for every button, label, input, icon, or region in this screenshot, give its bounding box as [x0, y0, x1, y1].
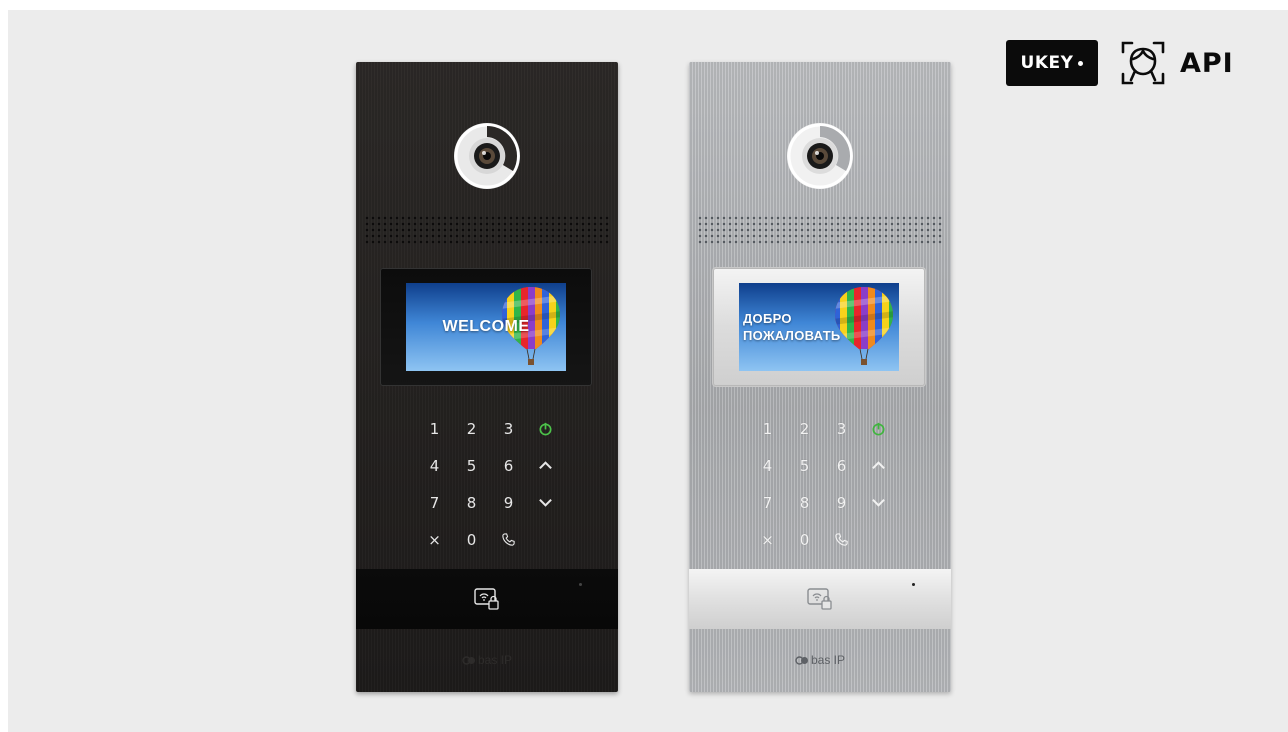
power-icon: [872, 422, 885, 436]
basip-logo-icon: [795, 655, 808, 665]
card-reader-bar: [689, 569, 951, 629]
brand-logo: bas IP: [356, 653, 618, 667]
welcome-line: WELCOME: [442, 318, 530, 335]
key-9[interactable]: 9: [490, 484, 527, 521]
brand-logo-text: bas IP: [477, 653, 513, 667]
welcome-text: WELCOME: [406, 283, 566, 371]
display-screen: ДОБРО ПОЖАЛОВАТЬ: [739, 283, 899, 371]
intercom-panel-silver: ДОБРО ПОЖАЛОВАТЬ 1 2 3 4 5 6 7 8 9 × 0 b…: [689, 62, 951, 692]
keypad: 1 2 3 4 5 6 7 8 9 × 0: [749, 410, 895, 558]
card-reader-bar: [356, 569, 618, 629]
key-up[interactable]: [860, 447, 897, 484]
key-4[interactable]: 4: [416, 447, 453, 484]
welcome-text: ДОБРО ПОЖАЛОВАТЬ: [739, 283, 899, 371]
key-5[interactable]: 5: [453, 447, 490, 484]
key-5[interactable]: 5: [786, 447, 823, 484]
background: [8, 10, 1288, 732]
key-0[interactable]: 0: [453, 521, 490, 558]
down-arrow-icon: [539, 498, 552, 507]
key-call[interactable]: [823, 521, 860, 558]
key-9[interactable]: 9: [823, 484, 860, 521]
ukey-dot-icon: [1078, 60, 1084, 66]
key-3[interactable]: 3: [490, 410, 527, 447]
key-2[interactable]: 2: [453, 410, 490, 447]
speaker-grill: [697, 215, 943, 245]
microphone-hole: [912, 583, 915, 586]
key-3[interactable]: 3: [823, 410, 860, 447]
display-screen: WELCOME: [406, 283, 566, 371]
key-8[interactable]: 8: [786, 484, 823, 521]
power-icon: [539, 422, 552, 436]
basip-logo-icon: [462, 655, 475, 665]
key-0[interactable]: 0: [786, 521, 823, 558]
phone-icon: [502, 533, 515, 546]
key-7[interactable]: 7: [749, 484, 786, 521]
key-7[interactable]: 7: [416, 484, 453, 521]
key-up[interactable]: [527, 447, 564, 484]
camera-icon: [453, 122, 521, 190]
welcome-line-2: ПОЖАЛОВАТЬ: [743, 328, 841, 343]
face-recognition-icon: [1121, 41, 1165, 85]
camera-icon: [786, 122, 854, 190]
microphone-hole: [579, 583, 582, 586]
key-2[interactable]: 2: [786, 410, 823, 447]
speaker-grill: [364, 215, 610, 245]
key-power[interactable]: [860, 410, 897, 447]
key-4[interactable]: 4: [749, 447, 786, 484]
key-1[interactable]: 1: [749, 410, 786, 447]
key-cancel[interactable]: ×: [749, 521, 786, 558]
api-label: API: [1180, 47, 1234, 79]
up-arrow-icon: [872, 461, 885, 470]
key-down[interactable]: [860, 484, 897, 521]
display-bezel: WELCOME: [380, 268, 592, 386]
welcome-line-1: ДОБРО: [743, 311, 792, 326]
key-1[interactable]: 1: [416, 410, 453, 447]
key-8[interactable]: 8: [453, 484, 490, 521]
phone-icon: [835, 533, 848, 546]
key-call[interactable]: [490, 521, 527, 558]
key-power[interactable]: [527, 410, 564, 447]
down-arrow-icon: [872, 498, 885, 507]
up-arrow-icon: [539, 461, 552, 470]
feature-badges: UKEY API: [1006, 40, 1234, 86]
ukey-label: UKEY: [1020, 53, 1074, 73]
rfid-card-lock-icon[interactable]: [474, 586, 500, 612]
key-cancel[interactable]: ×: [416, 521, 453, 558]
keypad: 1 2 3 4 5 6 7 8 9 × 0: [416, 410, 562, 558]
rfid-card-lock-icon[interactable]: [807, 586, 833, 612]
key-6[interactable]: 6: [490, 447, 527, 484]
ukey-badge: UKEY: [1006, 40, 1098, 86]
key-down[interactable]: [527, 484, 564, 521]
key-6[interactable]: 6: [823, 447, 860, 484]
display-bezel: ДОБРО ПОЖАЛОВАТЬ: [713, 268, 925, 386]
brand-logo-text: bas IP: [810, 653, 846, 667]
intercom-panel-black: WELCOME 1 2 3 4 5 6 7 8 9 × 0 bas IP: [356, 62, 618, 692]
brand-logo: bas IP: [689, 653, 951, 667]
